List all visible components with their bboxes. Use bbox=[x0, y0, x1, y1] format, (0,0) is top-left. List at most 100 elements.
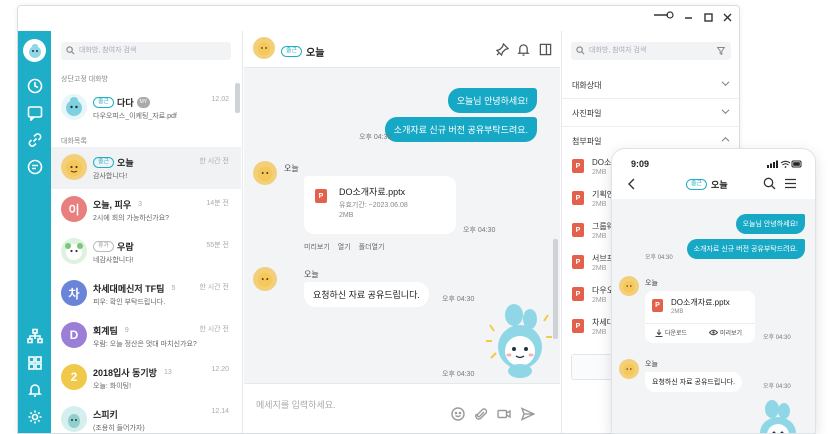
side-panel-toggle-icon[interactable] bbox=[539, 43, 552, 56]
search-icon bbox=[576, 46, 585, 55]
conversation-list: 대화방, 참여자 검색 상단고정 대화방 출근 다다 MY 다우오피스_이케팅_자료… bbox=[51, 31, 243, 433]
list-item-name: 스피키 bbox=[93, 410, 118, 420]
list-item-time: 한 시간 전 bbox=[199, 158, 229, 165]
video-icon[interactable] bbox=[497, 407, 511, 421]
list-item[interactable]: 2 2018입사 동기방 13 오늘: 화이팅! 12.20 bbox=[51, 357, 241, 399]
file-name: DO소개자료.pptx bbox=[339, 187, 406, 197]
message-bubble-received[interactable]: 요청하신 자료 공유드립니다. bbox=[304, 282, 429, 307]
close-button[interactable] bbox=[723, 11, 732, 26]
list-item-time: 55분 전 bbox=[206, 242, 229, 249]
my-badge: MY bbox=[136, 97, 151, 108]
chat-icon[interactable] bbox=[25, 103, 44, 122]
open-link[interactable]: 열기 bbox=[338, 242, 351, 252]
mobile-preview: 9:09 출근 오늘 오늘님 안녕하세요! 소개자료 신규 버전 공유부탁드려요… bbox=[611, 148, 816, 434]
file-attachment-card[interactable]: P DO소개자료.pptx 유효기간: ~2023.06.08 2MB bbox=[304, 176, 456, 234]
list-item-name: 차세대메신저 TF팀 bbox=[93, 284, 165, 294]
avatar: 2 bbox=[61, 364, 87, 390]
chat-avatar bbox=[253, 37, 275, 59]
chevron-down-icon bbox=[721, 81, 730, 87]
card-divider bbox=[645, 323, 755, 324]
pin-icon[interactable] bbox=[495, 42, 510, 57]
list-search-input[interactable]: 대화방, 참여자 검색 bbox=[61, 42, 231, 60]
list-search-placeholder: 대화방, 참여자 검색 bbox=[79, 47, 137, 54]
nav-rail bbox=[18, 31, 51, 433]
status-badge: 출근 bbox=[93, 157, 115, 168]
message-bubble-sent[interactable]: 오늘님 안녕하세요! bbox=[735, 214, 805, 234]
file-attachment-card[interactable]: P DO소개자료.pptx 2MB 다운로드 미리보기 bbox=[645, 291, 755, 343]
list-item-name: 회계팀 bbox=[93, 326, 118, 336]
member-count: 13 bbox=[163, 369, 172, 376]
sender-avatar bbox=[253, 161, 277, 185]
ppt-file-icon: P bbox=[652, 299, 663, 312]
list-item-name: 다다 bbox=[117, 98, 134, 108]
preview-link[interactable]: 미리보기 bbox=[304, 242, 330, 252]
settings-gear-icon[interactable] bbox=[25, 407, 44, 426]
send-icon[interactable] bbox=[520, 407, 536, 421]
bell-icon[interactable] bbox=[517, 43, 530, 56]
menu-icon[interactable] bbox=[784, 178, 797, 189]
list-item[interactable]: D 회계팀 9 우람: 오늘 정산은 멋대 마치신가요? 한 시간 전 bbox=[51, 315, 241, 357]
message-time: 오후 04:30 bbox=[442, 371, 475, 378]
bell-icon[interactable] bbox=[25, 380, 44, 399]
list-item[interactable]: 출근 오늘 감사합니다! 한 시간 전 bbox=[51, 147, 241, 189]
attached-file-size: 2MB bbox=[592, 233, 607, 240]
sticker-character[interactable] bbox=[752, 399, 802, 433]
message-bubble-sent[interactable]: 소개자료 신규 버전 공유부탁드려요. bbox=[384, 117, 537, 142]
list-item-preview: 우람: 오늘 정산은 멋대 마치신가요? bbox=[93, 341, 197, 348]
avatar bbox=[61, 94, 87, 120]
avatar bbox=[61, 238, 87, 264]
profile-avatar[interactable] bbox=[23, 39, 46, 62]
apps-grid-icon[interactable] bbox=[25, 353, 44, 372]
preview-button[interactable]: 미리보기 bbox=[709, 328, 742, 337]
chat-scrollbar[interactable] bbox=[553, 239, 558, 339]
filter-icon[interactable] bbox=[717, 47, 725, 55]
back-chevron-icon[interactable] bbox=[627, 178, 635, 190]
chevron-up-icon bbox=[721, 136, 730, 142]
message-bubble-sent[interactable]: 소개자료 신규 버전 공유부탁드려요. bbox=[686, 239, 805, 259]
chat-title: 오늘 bbox=[306, 48, 325, 59]
chat-panel: 출근 오늘 오늘님 안녕하세요! 소개자료 신규 버전 공유부탁드려요. 오후 0… bbox=[244, 31, 560, 433]
search-icon[interactable] bbox=[763, 177, 776, 190]
phone-chat-body: 오늘님 안녕하세요! 소개자료 신규 버전 공유부탁드려요. 오후 04:30 … bbox=[612, 199, 815, 433]
list-item[interactable]: 스피키 (조용히 들어가자) 12.14 bbox=[51, 399, 241, 433]
ppt-file-icon: P bbox=[315, 189, 327, 203]
channel-icon[interactable] bbox=[25, 157, 44, 176]
list-item-preview: 네감사합니다! bbox=[93, 257, 134, 264]
attached-file-size: 2MB bbox=[592, 201, 607, 208]
emoji-icon[interactable] bbox=[451, 407, 465, 421]
list-item[interactable]: 차 차세대메신저 TF팀 5 피우: 확인 부탁드립니다. 한 시간 전 bbox=[51, 273, 241, 315]
status-badge: 출근 bbox=[281, 46, 303, 57]
avatar: D bbox=[61, 322, 87, 348]
message-time: 오후 04:30 bbox=[442, 296, 475, 303]
message-time: 오후 04:30 bbox=[359, 134, 392, 141]
ppt-file-icon: P bbox=[572, 319, 584, 333]
avatar bbox=[61, 406, 87, 432]
sender-name: 오늘 bbox=[645, 280, 658, 287]
sender-name: 오늘 bbox=[284, 164, 299, 173]
avatar: 이 bbox=[61, 196, 87, 222]
link-icon[interactable] bbox=[25, 130, 44, 149]
minimize-pin-button[interactable] bbox=[654, 9, 674, 24]
minimize-button[interactable] bbox=[684, 11, 693, 26]
info-search-input[interactable]: 대화방, 참여자 검색 bbox=[571, 42, 731, 60]
section-participants[interactable]: 대화상대 bbox=[562, 71, 739, 99]
list-item-preview: 2시에 회의 가능하신가요? bbox=[93, 215, 170, 222]
maximize-button[interactable] bbox=[704, 11, 713, 26]
open-folder-link[interactable]: 폴더열기 bbox=[359, 242, 385, 252]
section-label: 대화상대 bbox=[572, 81, 602, 90]
sticker-character[interactable] bbox=[484, 301, 554, 383]
message-input[interactable]: 메세지를 입력하세요. bbox=[256, 398, 336, 411]
org-chart-icon[interactable] bbox=[25, 326, 44, 345]
list-item[interactable]: 휴가 우람 네감사합니다! 55분 전 bbox=[51, 231, 241, 273]
message-bubble-received[interactable]: 요청하신 자료 공유드립니다. bbox=[645, 372, 743, 392]
clock-icon[interactable] bbox=[25, 76, 44, 95]
message-bubble-sent[interactable]: 오늘님 안녕하세요! bbox=[447, 88, 537, 113]
download-button[interactable]: 다운로드 bbox=[655, 328, 687, 337]
file-size: 2MB bbox=[671, 309, 684, 315]
section-label: 사진파일 bbox=[572, 109, 602, 118]
section-photos[interactable]: 사진파일 bbox=[562, 99, 739, 127]
list-item[interactable]: 이 오늘, 피우 3 2시에 회의 가능하신가요? 14분 전 bbox=[51, 189, 241, 231]
list-item[interactable]: 출근 다다 MY 다우오피스_이케팅_자료.pdf 12.02 bbox=[51, 87, 241, 129]
list-item-time: 한 시간 전 bbox=[199, 326, 229, 333]
attachment-icon[interactable] bbox=[474, 407, 488, 421]
